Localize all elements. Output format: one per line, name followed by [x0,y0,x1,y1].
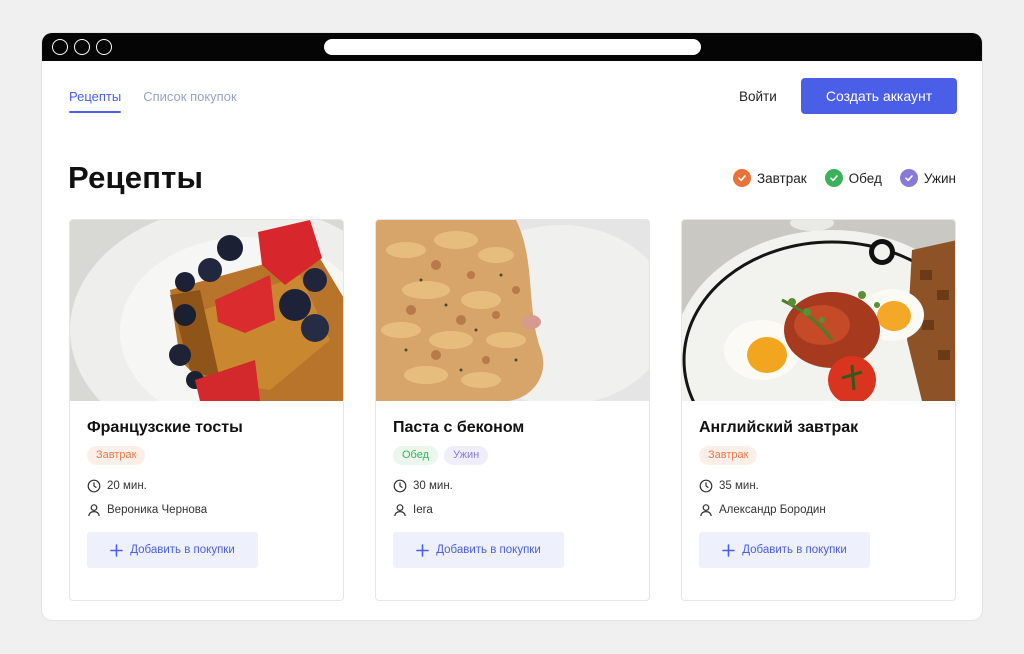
add-to-shopping-label: Добавить в покупки [742,544,847,556]
recipe-time-value: 35 мин. [719,480,759,492]
check-icon [899,169,918,187]
recipe-author-name: Александр Бородин [719,504,826,516]
french-toast-photo[interactable] [70,220,343,401]
recipe-tags: Обед Ужин [393,446,632,465]
recipe-author: Вероника Чернова [87,502,326,518]
tag-breakfast: Завтрак [699,446,758,465]
plus-icon [722,543,736,557]
add-to-shopping-button[interactable]: Добавить в покупки [87,532,258,568]
recipe-time: 20 мин. [87,478,326,494]
window-control-close[interactable] [52,39,68,55]
recipe-tags: Завтрак [87,446,326,465]
recipe-time: 30 мин. [393,478,632,494]
page-title: Рецепты [68,160,204,195]
filter-breakfast[interactable]: Завтрак [733,169,807,187]
add-to-shopping-label: Добавить в покупки [436,544,541,556]
recipe-tags: Завтрак [699,446,938,465]
recipe-title[interactable]: Французские тосты [87,419,326,437]
filter-label: Завтрак [757,170,807,186]
filter-label: Обед [848,170,882,186]
english-breakfast-photo[interactable] [682,220,955,401]
add-to-shopping-button[interactable]: Добавить в покупки [393,532,564,568]
plus-icon [416,543,430,557]
user-icon [700,504,712,517]
tag-breakfast: Завтрак [87,446,146,465]
recipe-author: Iera [393,502,632,518]
clock-icon [699,479,713,493]
recipe-cards: Французские тосты Завтрак 20 мин. Верони… [69,219,956,601]
recipe-card[interactable]: Французские тосты Завтрак 20 мин. Верони… [69,219,344,601]
pasta-photo[interactable] [376,220,649,401]
add-to-shopping-button[interactable]: Добавить в покупки [699,532,870,568]
meal-filters: Завтрак Обед Ужин [733,169,956,187]
filter-lunch[interactable]: Обед [824,169,882,187]
recipe-time-value: 20 мин. [107,480,147,492]
main-nav: Рецепты Список покупок [69,89,237,113]
recipe-title[interactable]: Английский завтрак [699,419,938,437]
address-bar[interactable] [324,39,701,55]
add-to-shopping-label: Добавить в покупки [130,544,235,556]
login-link[interactable]: Войти [739,89,777,104]
recipe-time: 35 мин. [699,478,938,494]
recipe-author: Александр Бородин [699,502,938,518]
tag-lunch: Обед [393,446,439,465]
check-icon [733,169,752,187]
check-icon [824,169,843,187]
recipe-card[interactable]: Паста с беконом Обед Ужин 30 мин. Iera Д… [375,219,650,601]
user-icon [88,504,100,517]
user-icon [394,504,406,517]
tab-shopping-list[interactable]: Список покупок [143,89,236,113]
browser-window: Рецепты Список покупок Войти Создать акк… [42,33,982,620]
window-control-minimize[interactable] [74,39,90,55]
tag-dinner: Ужин [444,446,489,465]
recipe-title[interactable]: Паста с беконом [393,419,632,437]
tab-recipes[interactable]: Рецепты [69,89,122,113]
window-control-maximize[interactable] [96,39,112,55]
filter-dinner[interactable]: Ужин [899,169,956,187]
recipe-card[interactable]: Английский завтрак Завтрак 35 мин. Алекс… [681,219,956,601]
create-account-button[interactable]: Создать аккаунт [801,78,957,114]
recipe-author-name: Вероника Чернова [107,504,208,516]
clock-icon [393,479,407,493]
plus-icon [110,543,124,557]
filter-label: Ужин [923,170,956,186]
recipe-author-name: Iera [413,504,433,516]
browser-titlebar [42,33,982,61]
recipe-time-value: 30 мин. [413,480,453,492]
clock-icon [87,479,101,493]
